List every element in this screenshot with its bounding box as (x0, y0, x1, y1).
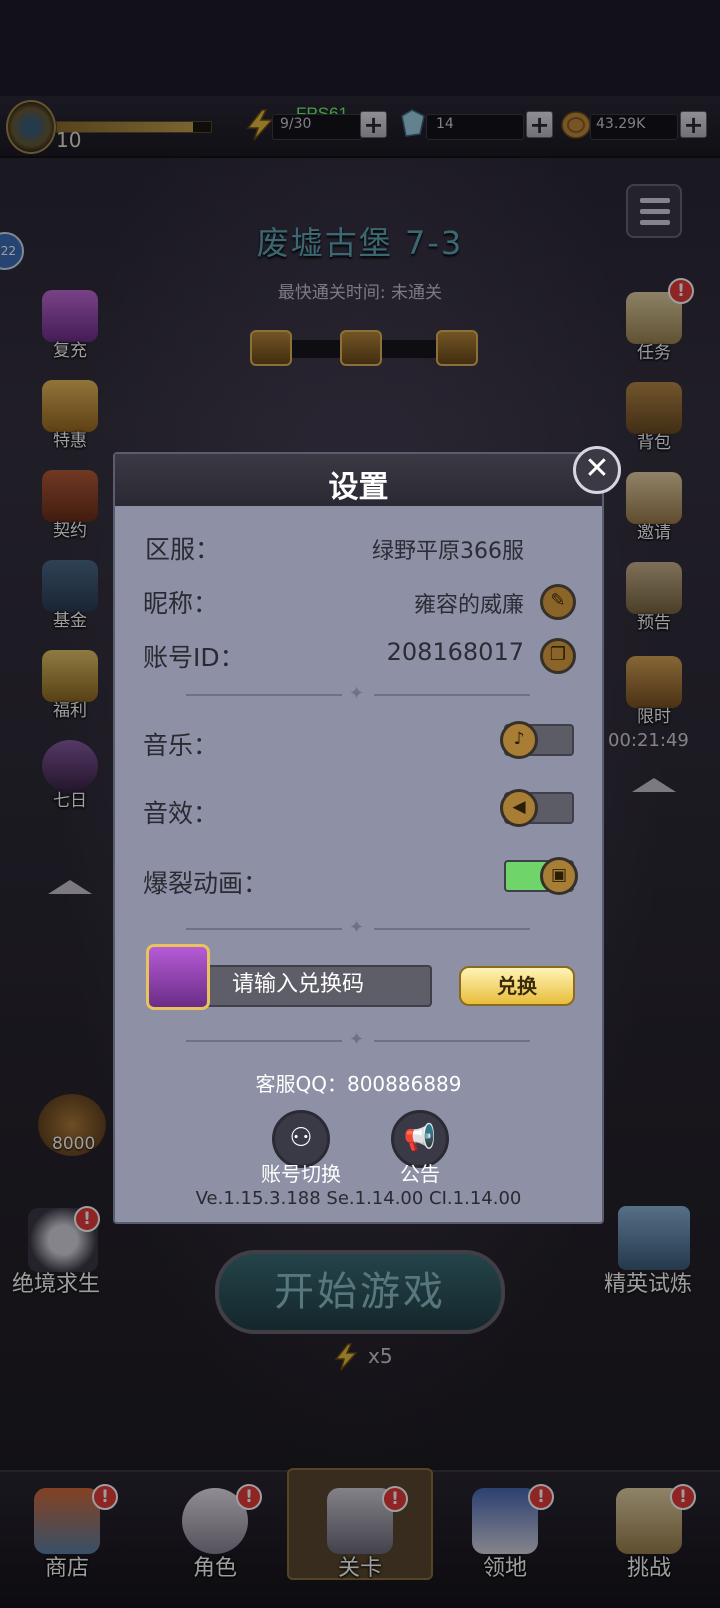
nickname-label: 昵称： (143, 589, 219, 618)
divider (186, 694, 342, 696)
divider (374, 694, 530, 696)
edit-pencil-icon[interactable]: ✎ (540, 584, 576, 620)
version-info: Ve.1.15.3.188 Se.1.14.00 CI.1.14.00 (195, 1188, 522, 1209)
divider-ornament-icon: ✦ (349, 917, 365, 938)
divider (374, 1040, 530, 1042)
music-label: 音乐： (143, 731, 219, 760)
redeem-code-input[interactable]: 请输入兑换码 (196, 965, 432, 1007)
image-icon[interactable]: ▣ (540, 857, 578, 895)
announcement-label[interactable]: 公告 (380, 1158, 460, 1187)
divider (186, 1040, 342, 1042)
gift-box-icon (146, 944, 210, 1010)
redeem-button[interactable]: 兑换 (459, 966, 575, 1006)
server-value: 绿野平原366服 (372, 539, 524, 564)
music-note-icon[interactable]: ♪ (500, 721, 538, 759)
account-id-label: 账号ID： (143, 643, 245, 672)
divider (374, 928, 530, 930)
divider-ornament-icon: ✦ (349, 1029, 365, 1050)
sfx-label: 音效： (143, 799, 219, 828)
burst-animation-label: 爆裂动画： (143, 869, 269, 898)
divider (186, 928, 342, 930)
nickname-value: 雍容的威廉 (413, 593, 524, 618)
close-icon[interactable]: ✕ (573, 446, 621, 494)
dialog-title: 设置 (328, 470, 389, 505)
copy-icon[interactable]: ❐ (540, 638, 576, 674)
switch-account-label[interactable]: 账号切换 (246, 1158, 356, 1187)
account-id-value: 208168017 (386, 638, 524, 666)
speaker-icon[interactable]: ◀ (500, 789, 538, 827)
customer-service-qq: 客服QQ：800886889 (255, 1072, 462, 1096)
settings-dialog: 设置 (113, 452, 604, 1224)
server-label: 区服： (145, 535, 221, 564)
divider-ornament-icon: ✦ (349, 683, 365, 704)
